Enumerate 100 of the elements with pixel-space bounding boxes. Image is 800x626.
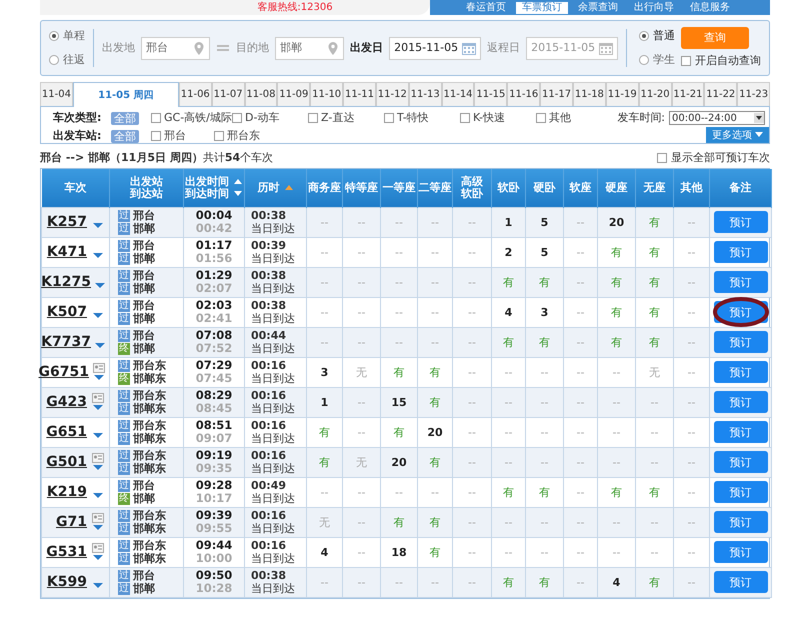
radio-button[interactable] (639, 55, 649, 66)
seat-availability: -- (395, 276, 403, 288)
book-button[interactable]: 预订 (714, 571, 768, 593)
expand-caret-icon (93, 525, 103, 531)
seat-availability: -- (468, 486, 476, 498)
seat-availability: -- (576, 576, 584, 588)
nav-link[interactable]: 余票查询 (572, 2, 624, 14)
nav-link[interactable]: 信息服务 (684, 2, 736, 14)
seat-availability: -- (576, 276, 584, 288)
date-tab[interactable]: 11-05 周四 (72, 82, 179, 107)
seat-availability: -- (576, 396, 584, 408)
time-select[interactable]: 00:00--24:00 (669, 111, 765, 125)
seat-availability: -- (612, 396, 620, 408)
seat-availability: -- (358, 486, 366, 498)
date-tab[interactable]: 11-16 (507, 82, 540, 106)
radio-button[interactable] (49, 30, 59, 41)
checkbox-label: D-动车 (245, 110, 280, 126)
book-button[interactable]: 预订 (714, 451, 768, 473)
date-tab[interactable]: 11-12 (376, 82, 409, 106)
nav-link[interactable]: 车票预订 (516, 2, 568, 14)
book-button[interactable]: 预订 (714, 211, 768, 233)
date-tab[interactable]: 11-18 (572, 82, 606, 106)
seat-availability: -- (468, 276, 476, 288)
book-button[interactable]: 预订 (714, 361, 768, 383)
date-tab[interactable]: 11-13 (408, 82, 442, 106)
checkbox[interactable] (232, 113, 242, 123)
date-tab[interactable]: 11-15 (474, 82, 508, 106)
arrival-time: 07:52 (194, 342, 234, 355)
arrival-time: 07:45 (194, 372, 234, 385)
seat-availability: 有 (649, 336, 660, 348)
seat-availability: -- (540, 546, 548, 558)
radio-button[interactable] (639, 30, 649, 41)
seat-availability: -- (650, 426, 658, 438)
seat-availability: -- (320, 336, 328, 348)
column-header: 一等座 (382, 182, 416, 194)
station-name: 邯郸 (133, 342, 155, 355)
seat-availability: 有 (503, 276, 514, 288)
route-summary: 邢台 --> 邯郸（11月5日 周四）共计54个车次 (40, 150, 274, 166)
seat-availability: -- (468, 366, 476, 378)
radio-label: 单程 (63, 28, 85, 44)
date-tab[interactable]: 11-08 (244, 82, 278, 106)
seat-availability: -- (688, 336, 696, 348)
book-button[interactable]: 预订 (714, 271, 768, 293)
date-tab[interactable]: 11-17 (540, 82, 573, 106)
departure-time: 09:44 (194, 539, 234, 552)
seat-availability: -- (576, 216, 584, 228)
date-tab[interactable]: 11-21 (672, 82, 704, 106)
book-button[interactable]: 预订 (714, 391, 768, 413)
station-tag: 终 (118, 372, 130, 384)
date-tab[interactable]: 11-23 (737, 82, 770, 106)
date-tab[interactable]: 11-06 (178, 82, 212, 106)
expand-caret-icon (93, 465, 103, 471)
seat-availability: 有 (539, 276, 550, 288)
departure-time: 09:39 (194, 509, 234, 522)
date-tab[interactable]: 11-07 (212, 82, 245, 106)
radio-button[interactable] (49, 55, 59, 66)
date-tab[interactable]: 11-11 (343, 82, 376, 106)
input-field[interactable]: 邯郸 (275, 36, 344, 60)
date-tab[interactable]: 11-22 (704, 82, 738, 106)
station-name: 邢台 (133, 479, 155, 492)
seat-availability: 1 (504, 216, 512, 228)
station-tag: 过 (118, 570, 130, 582)
arrival-day-text: 当日到达 (251, 582, 296, 595)
date-tab[interactable]: 11-10 (310, 82, 344, 106)
book-button[interactable]: 预订 (714, 511, 768, 533)
checkbox[interactable] (681, 56, 691, 66)
column-header: 其他 (680, 182, 702, 194)
book-button[interactable]: 预订 (714, 481, 768, 503)
date-tab[interactable]: 11-09 (277, 82, 310, 106)
nav-link[interactable]: 春运首页 (460, 2, 512, 14)
checkbox[interactable] (536, 113, 546, 123)
date-tab[interactable]: 11-20 (638, 82, 672, 106)
checkbox[interactable] (657, 153, 667, 163)
checkbox[interactable] (384, 113, 394, 123)
date-tab[interactable]: 11-14 (442, 82, 474, 106)
seat-availability: 有 (319, 456, 330, 468)
input-field[interactable]: 2015-11-05 (389, 36, 482, 60)
station-name: 邢台 (133, 569, 155, 582)
checkbox[interactable] (151, 131, 161, 141)
location-pin-icon (193, 40, 205, 56)
book-button[interactable]: 预订 (714, 421, 768, 443)
date-tab[interactable]: 11-19 (606, 82, 639, 106)
book-button[interactable]: 预订 (714, 541, 768, 563)
book-button[interactable]: 预订 (714, 331, 768, 353)
input-field[interactable]: 邢台 (140, 36, 210, 60)
seat-availability: 18 (391, 546, 407, 558)
checkbox[interactable] (151, 113, 161, 123)
date-tab[interactable]: 11-04 (40, 82, 73, 106)
station-tag: 过 (118, 552, 130, 564)
train-number-link[interactable]: G6751 (38, 366, 89, 378)
more-options-button[interactable]: 更多选项 (706, 127, 769, 143)
seat-availability: 有 (539, 336, 550, 348)
book-button[interactable]: 预订 (714, 241, 768, 263)
checkbox[interactable] (460, 113, 470, 123)
train-number-link[interactable]: G71 (56, 516, 87, 528)
arrival-time: 10:00 (194, 552, 234, 565)
checkbox[interactable] (308, 113, 318, 123)
checkbox[interactable] (214, 131, 224, 141)
nav-link[interactable]: 出行向导 (628, 2, 680, 14)
seat-availability: -- (431, 276, 439, 288)
